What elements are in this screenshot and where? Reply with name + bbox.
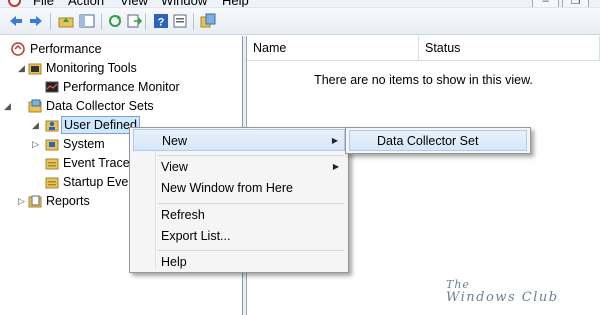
menu-bar: File Action View Window Help – ❐	[0, 0, 600, 8]
startup-event-icon	[45, 177, 59, 189]
tree-item-data-collector-sets[interactable]: ◢ Data Collector Sets	[0, 97, 243, 115]
show-hide-console-tree-icon[interactable]	[79, 13, 95, 29]
collapse-arrow-icon[interactable]: ◢	[17, 59, 26, 77]
export-list-icon[interactable]	[126, 13, 142, 29]
system-icon	[45, 139, 59, 151]
refresh-icon[interactable]	[107, 13, 123, 29]
tree-label-system: System	[63, 137, 105, 151]
up-folder-icon[interactable]	[58, 13, 74, 29]
tree-label-event-trace: Event Trace	[63, 156, 130, 170]
submenu-arrow-icon: ▶	[331, 136, 338, 145]
context-menu-view[interactable]: View ▶	[133, 156, 345, 178]
restore-button[interactable]: ❐	[562, 0, 589, 7]
menu-action[interactable]: Action	[68, 0, 104, 7]
menu-help[interactable]: Help	[222, 0, 249, 7]
column-header-status[interactable]: Status	[419, 36, 600, 61]
toolbar-separator	[50, 13, 51, 30]
expand-arrow-icon[interactable]: ▷	[17, 192, 26, 210]
submenu-data-collector-set[interactable]: Data Collector Set	[349, 130, 527, 151]
performance-icon	[11, 42, 25, 56]
forward-arrow-icon[interactable]	[28, 13, 44, 29]
context-menu-export-list[interactable]: Export List...	[133, 225, 345, 247]
tree-label-monitoring-tools: Monitoring Tools	[46, 61, 137, 75]
svg-text:?: ?	[158, 17, 165, 29]
performance-app-icon	[8, 0, 21, 7]
tree-label-performance-monitor: Performance Monitor	[63, 80, 180, 94]
toolbar-separator	[145, 13, 146, 30]
help-icon[interactable]: ?	[153, 13, 169, 29]
watermark: The Windows Club	[446, 278, 559, 304]
user-defined-icon	[45, 120, 59, 132]
event-trace-icon	[45, 158, 59, 170]
new-submenu: Data Collector Set	[345, 127, 531, 154]
empty-list-message: There are no items to show in this view.	[314, 73, 533, 87]
reports-icon	[28, 195, 42, 208]
menu-window[interactable]: Window	[161, 0, 207, 7]
properties-icon[interactable]	[172, 13, 188, 29]
tree-item-monitoring-tools[interactable]: ◢ Monitoring Tools	[0, 59, 243, 77]
menu-view[interactable]: View	[120, 0, 148, 7]
context-menu-new[interactable]: New ▶	[133, 129, 345, 151]
minimize-button[interactable]: –	[532, 0, 559, 7]
submenu-arrow-icon: ▶	[332, 162, 339, 171]
expand-arrow-icon[interactable]: ▷	[31, 135, 40, 153]
watermark-line-2: Windows Club	[446, 290, 559, 305]
context-menu-view-label: View	[161, 160, 188, 174]
tree-item-performance[interactable]: Performance	[0, 40, 243, 58]
data-collector-set-icon[interactable]	[200, 13, 216, 29]
tree-label-data-collector-sets: Data Collector Sets	[46, 99, 154, 113]
performance-monitor-icon	[45, 81, 59, 93]
data-collector-sets-icon	[28, 99, 42, 113]
monitoring-tools-icon	[28, 63, 42, 75]
toolbar-separator	[101, 13, 102, 30]
toolbar-separator	[193, 13, 194, 30]
tree-label-performance: Performance	[30, 42, 102, 56]
column-header-name[interactable]: Name	[247, 36, 419, 61]
back-arrow-icon[interactable]	[8, 13, 24, 29]
context-menu: New ▶ View ▶ New Window from Here Refres…	[129, 127, 349, 273]
collapse-arrow-icon[interactable]: ◢	[3, 97, 12, 115]
menu-file[interactable]: File	[33, 0, 54, 7]
context-menu-help[interactable]: Help	[133, 251, 345, 273]
context-menu-refresh[interactable]: Refresh	[133, 204, 345, 226]
tree-label-reports: Reports	[46, 194, 90, 208]
tree-item-performance-monitor[interactable]: Performance Monitor	[0, 78, 243, 96]
context-menu-new-window[interactable]: New Window from Here	[133, 177, 345, 199]
context-menu-new-label: New	[162, 134, 188, 148]
collapse-arrow-icon[interactable]: ◢	[31, 116, 40, 134]
tree-label-startup-event: Startup Eve	[63, 175, 129, 189]
toolbar: ?	[0, 8, 600, 35]
menu-gutter-line	[155, 130, 156, 270]
